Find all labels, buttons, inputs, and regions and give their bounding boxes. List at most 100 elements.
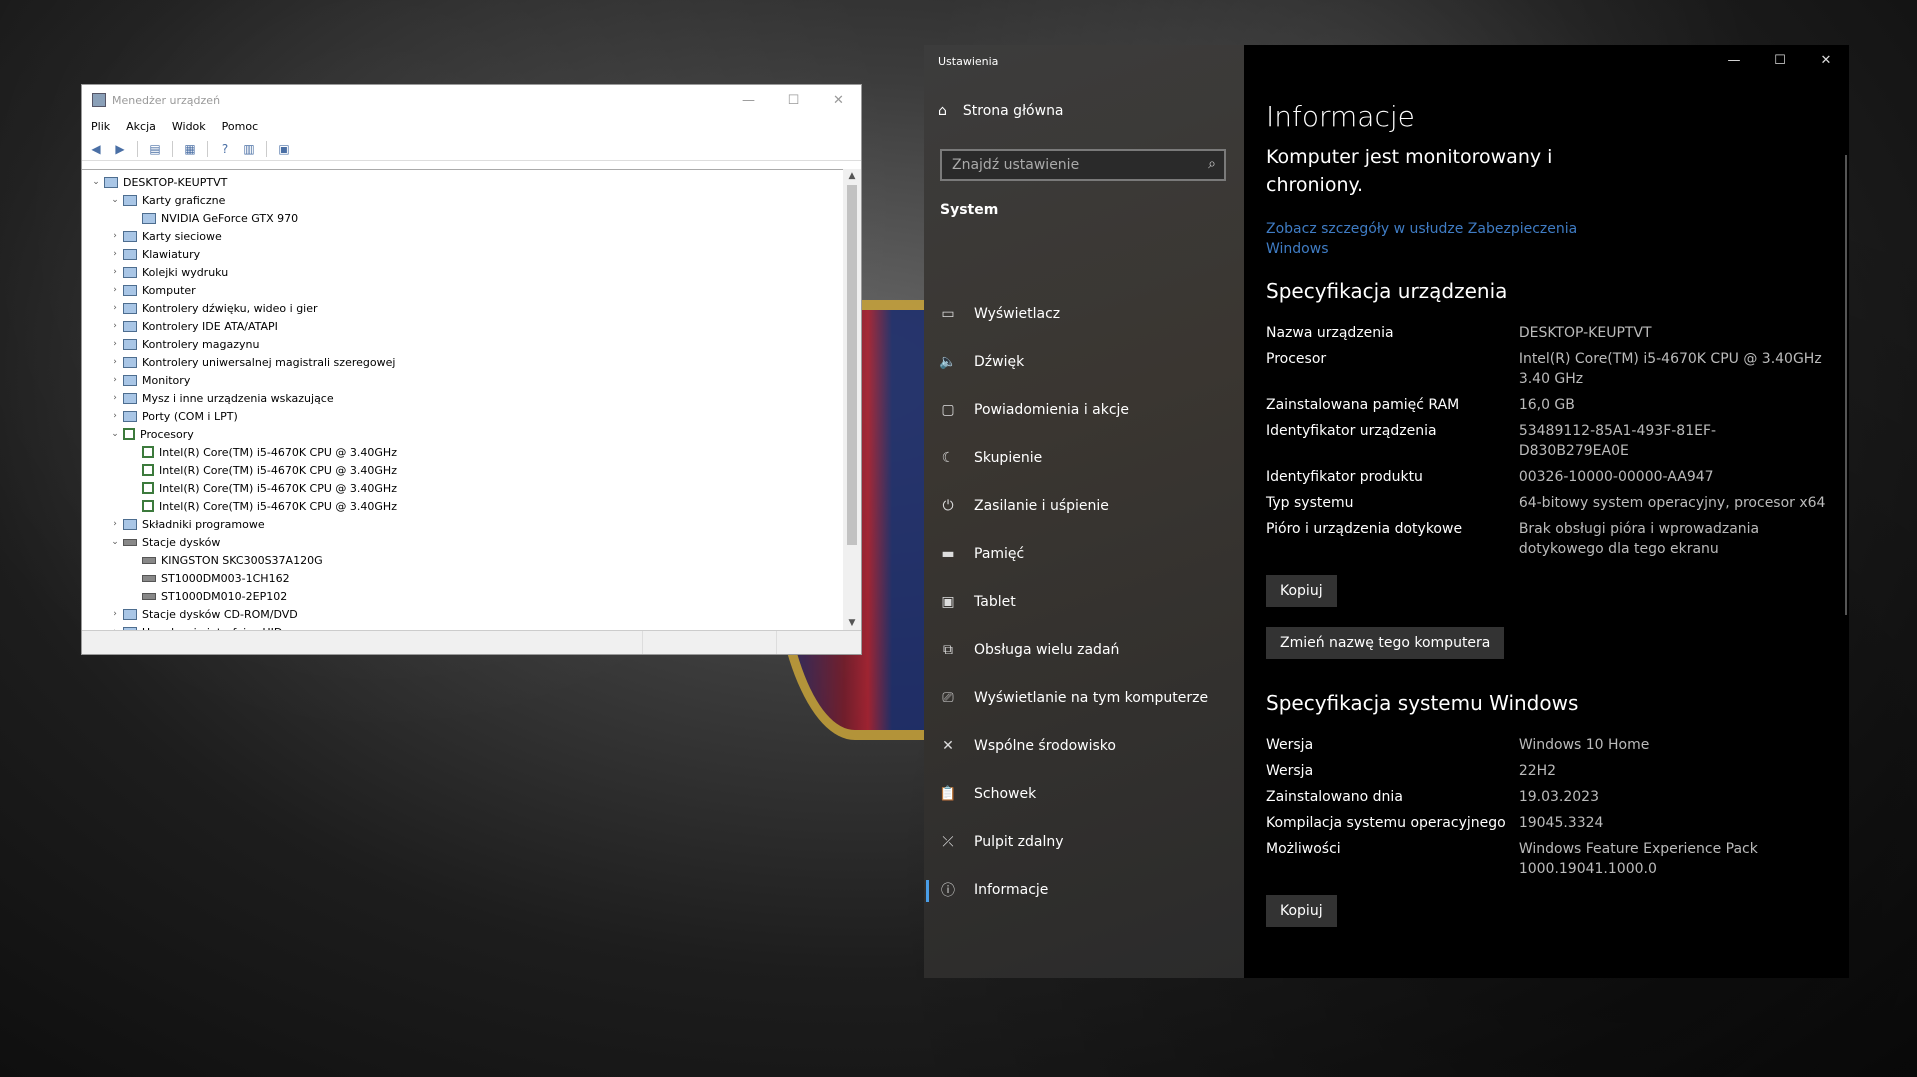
scroll-thumb[interactable] (847, 185, 857, 545)
nav-item-info[interactable]: ⓘ Informacje (924, 866, 1244, 914)
expand-toggle-icon[interactable]: ⌄ (107, 429, 123, 439)
tree-item[interactable]: ⌄ Karty graficzne (82, 191, 843, 209)
tree-item[interactable]: ST1000DM010-2EP102 (82, 587, 843, 605)
forward-arrow-icon[interactable]: ▶ (110, 140, 130, 158)
spec-label: Identyfikator urządzenia (1266, 423, 1437, 439)
expand-toggle-icon[interactable]: › (107, 285, 123, 295)
nav-item-display[interactable]: ▭ Wyświetlacz (924, 290, 1244, 338)
scroll-down-icon[interactable]: ▼ (843, 618, 861, 628)
dm-minimize-button[interactable]: — (726, 93, 771, 108)
settings-search-input[interactable]: Znajdź ustawienie ⌕ (940, 149, 1226, 181)
expand-toggle-icon[interactable]: › (107, 519, 123, 529)
back-arrow-icon[interactable]: ◀ (86, 140, 106, 158)
nav-item-label: Zasilanie i uśpienie (974, 498, 1109, 514)
scan-hardware-icon[interactable]: ▣ (274, 140, 294, 158)
tree-item[interactable]: › Klawiatury (82, 245, 843, 263)
expand-toggle-icon[interactable]: › (107, 249, 123, 259)
copy-device-spec-button[interactable]: Kopiuj (1266, 575, 1337, 607)
nav-item-clipboard[interactable]: 📋 Schowek (924, 770, 1244, 818)
rename-pc-button[interactable]: Zmień nazwę tego komputera (1266, 627, 1505, 659)
tree-item[interactable]: ⌄ Procesory (82, 425, 843, 443)
tree-item[interactable]: › Mysz i inne urządzenia wskazujące (82, 389, 843, 407)
tree-item-label: Kontrolery magazynu (142, 337, 260, 351)
expand-toggle-icon[interactable]: › (107, 375, 123, 385)
expand-toggle-icon[interactable]: › (107, 321, 123, 331)
expand-toggle-icon[interactable]: › (107, 411, 123, 421)
help-icon[interactable]: ? (215, 140, 235, 158)
sound-icon: 🔈 (939, 354, 957, 370)
tree-item[interactable]: Intel(R) Core(TM) i5-4670K CPU @ 3.40GHz (82, 497, 843, 515)
expand-toggle-icon[interactable]: › (107, 231, 123, 241)
tree-item[interactable]: › Porty (COM i LPT) (82, 407, 843, 425)
expand-toggle-icon[interactable]: ⌄ (88, 177, 104, 187)
view-icon[interactable]: ▥ (239, 140, 259, 158)
tree-item[interactable]: › Kontrolery magazynu (82, 335, 843, 353)
expand-toggle-icon[interactable]: › (107, 609, 123, 619)
tree-item[interactable]: › Monitory (82, 371, 843, 389)
menu-akcja[interactable]: Akcja (126, 120, 156, 133)
windows-spec-heading: Specyfikacja systemu Windows (1266, 691, 1579, 715)
expand-toggle-icon[interactable]: › (107, 339, 123, 349)
nav-item-focus-moon[interactable]: ☾ Skupienie (924, 434, 1244, 482)
nav-item-multitasking[interactable]: ⧉ Obsługa wielu zadań (924, 626, 1244, 674)
menu-plik[interactable]: Plik (91, 120, 110, 133)
dm-maximize-button[interactable]: ☐ (771, 93, 816, 108)
expand-toggle-icon[interactable]: › (107, 393, 123, 403)
spec-value: Windows 10 Home (1518, 737, 1650, 753)
nav-item-projecting[interactable]: ⎚ Wyświetlanie na tym komputerze (924, 674, 1244, 722)
properties-icon[interactable]: ▦ (180, 140, 200, 158)
scroll-up-icon[interactable]: ▲ (843, 171, 861, 181)
settings-close-button[interactable]: ✕ (1803, 45, 1849, 77)
spec-row: Zainstalowana pamięć RAM 16,0 GB (1266, 395, 1826, 421)
tree-item[interactable]: ⌄ Stacje dysków (82, 533, 843, 551)
menu-widok[interactable]: Widok (172, 120, 206, 133)
nav-item-storage[interactable]: ▬ Pamięć (924, 530, 1244, 578)
nav-home[interactable]: ⌂ Strona główna (938, 103, 1064, 119)
tree-item[interactable]: › Kontrolery uniwersalnej magistrali szer… (82, 353, 843, 371)
tree-item[interactable]: › Stacje dysków CD-ROM/DVD (82, 605, 843, 623)
nav-item-tablet[interactable]: ▣ Tablet (924, 578, 1244, 626)
nav-item-sound[interactable]: 🔈 Dźwięk (924, 338, 1244, 386)
power-icon: ⏻ (942, 498, 954, 514)
nav-item-remote-desktop[interactable]: ⤫ Pulpit zdalny (924, 818, 1244, 866)
tree-item[interactable]: ST1000DM003-1CH162 (82, 569, 843, 587)
tree-item[interactable]: NVIDIA GeForce GTX 970 (82, 209, 843, 227)
tree-item[interactable]: › Kolejki wydruku (82, 263, 843, 281)
expand-toggle-icon[interactable]: ⌄ (107, 195, 123, 205)
tree-item[interactable]: Intel(R) Core(TM) i5-4670K CPU @ 3.40GHz (82, 479, 843, 497)
tree-item[interactable]: ›Urządzenia interfejsu HID (82, 623, 843, 630)
nav-item-shared-experiences[interactable]: ✕ Wspólne środowisko (924, 722, 1244, 770)
security-details-link[interactable]: Zobacz szczegóły w usłudze Zabezpieczeni… (1266, 219, 1586, 259)
tree-item-label: DESKTOP-KEUPTVT (123, 175, 228, 189)
expand-toggle-icon[interactable]: ⌄ (107, 537, 123, 547)
tree-item[interactable]: › Składniki programowe (82, 515, 843, 533)
copy-windows-spec-button[interactable]: Kopiuj (1266, 895, 1337, 927)
tree-item[interactable]: › Komputer (82, 281, 843, 299)
menu-pomoc[interactable]: Pomoc (222, 120, 258, 133)
tree-item[interactable]: Intel(R) Core(TM) i5-4670K CPU @ 3.40GHz (82, 443, 843, 461)
tree-item[interactable]: › Kontrolery dźwięku, wideo i gier (82, 299, 843, 317)
nav-item-notifications[interactable]: ▢ Powiadomienia i akcje (924, 386, 1244, 434)
tree-item[interactable]: ⌄ DESKTOP-KEUPTVT (82, 173, 843, 191)
settings-app-title: Ustawienia (938, 55, 999, 68)
settings-maximize-button[interactable]: ☐ (1757, 45, 1803, 77)
show-hide-tree-icon[interactable]: ▤ (145, 140, 165, 158)
tree-item[interactable]: KINGSTON SKC300S37A120G (82, 551, 843, 569)
spec-label: Zainstalowano dnia (1266, 789, 1403, 805)
spec-label: Typ systemu (1266, 495, 1354, 511)
nav-item-power[interactable]: ⏻ Zasilanie i uśpienie (924, 482, 1244, 530)
settings-scrollbar[interactable] (1845, 155, 1847, 615)
dm-titlebar[interactable]: Menedżer urządzeń — ☐ ✕ (82, 85, 861, 115)
spec-value: DESKTOP-KEUPTVT (1518, 325, 1652, 341)
expand-toggle-icon[interactable]: › (107, 357, 123, 367)
projecting-icon: ⎚ (942, 690, 954, 706)
dm-close-button[interactable]: ✕ (816, 93, 861, 108)
dm-vertical-scrollbar[interactable]: ▲ ▼ (843, 169, 861, 630)
expand-toggle-icon[interactable]: › (107, 303, 123, 313)
tree-item[interactable]: Intel(R) Core(TM) i5-4670K CPU @ 3.40GHz (82, 461, 843, 479)
disk-icon (142, 592, 156, 600)
tree-item[interactable]: › Karty sieciowe (82, 227, 843, 245)
settings-minimize-button[interactable]: — (1711, 45, 1757, 77)
expand-toggle-icon[interactable]: › (107, 267, 123, 277)
tree-item[interactable]: › Kontrolery IDE ATA/ATAPI (82, 317, 843, 335)
